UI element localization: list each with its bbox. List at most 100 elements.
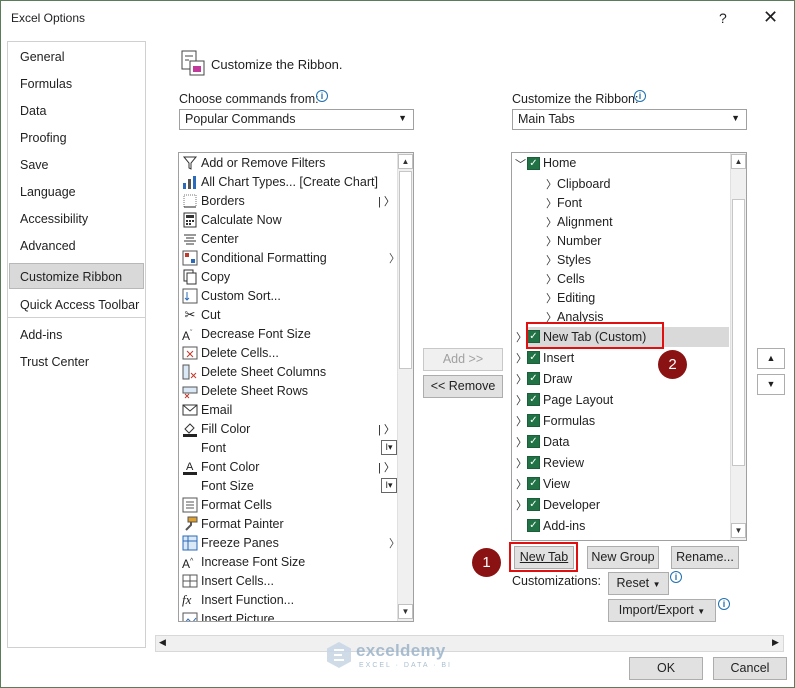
highlight-new-tab-custom [526, 322, 664, 349]
nav-item-data[interactable]: Data [20, 104, 46, 118]
delete-cells-icon [182, 345, 198, 361]
filter-icon [182, 155, 198, 171]
commands-scrollbar[interactable]: ▲ ▼ [397, 153, 413, 621]
commands-list[interactable]: Add or Remove Filters All Chart Types...… [178, 152, 414, 622]
chevron-right-icon: 〉 [516, 500, 527, 512]
checkbox-checked-icon[interactable]: ✓ [527, 435, 540, 448]
customize-ribbon-icon [179, 48, 207, 78]
chevron-right-icon: 〉 [516, 395, 527, 407]
checkbox-checked-icon[interactable]: ✓ [527, 393, 540, 406]
move-down-button[interactable]: ▼ [757, 374, 785, 395]
chevron-right-icon: 〉 [516, 374, 527, 386]
exceldemy-watermark: exceldemy EXCEL · DATA · BI [326, 639, 476, 675]
chart-icon [182, 174, 198, 190]
nav-item-quick-access-toolbar[interactable]: Quick Access Toolbar [20, 298, 139, 312]
chevron-right-icon: 〉 [546, 293, 557, 305]
chevron-right-icon: 〉 [516, 479, 527, 491]
customize-ribbon-value: Main Tabs [518, 112, 575, 126]
info-icon[interactable]: i [718, 598, 730, 610]
customizations-label: Customizations: [512, 574, 601, 588]
checkbox-checked-icon[interactable]: ✓ [527, 372, 540, 385]
scroll-up-arrow[interactable]: ▲ [731, 154, 746, 169]
nav-item-formulas[interactable]: Formulas [20, 77, 72, 91]
borders-icon [182, 193, 198, 209]
ribbon-tree-scrollbar[interactable]: ▲ ▼ [730, 153, 746, 540]
scroll-thumb[interactable] [399, 171, 412, 369]
reset-button[interactable]: Reset ▼ [608, 572, 669, 595]
conditional-formatting-icon [182, 250, 198, 266]
split-arrow-icon: | 〉 [378, 424, 395, 436]
checkbox-checked-icon[interactable]: ✓ [527, 351, 540, 364]
checkbox-checked-icon[interactable]: ✓ [527, 456, 540, 469]
nav-item-general[interactable]: General [20, 50, 64, 64]
nav-item-proofing[interactable]: Proofing [20, 131, 67, 145]
nav-item-trust-center[interactable]: Trust Center [20, 355, 89, 369]
add-button[interactable]: Add >> [423, 348, 503, 371]
chevron-down-icon: ▼ [398, 113, 407, 123]
nav-divider [8, 317, 145, 318]
chevron-down-icon: ﹀ [515, 159, 526, 171]
checkbox-checked-icon[interactable]: ✓ [527, 498, 540, 511]
help-button[interactable]: ? [719, 10, 727, 26]
nav-item-add-ins[interactable]: Add-ins [20, 328, 62, 342]
font-color-icon: A [182, 459, 198, 475]
chevron-down-icon: ▼ [697, 607, 706, 616]
info-icon[interactable]: i [670, 571, 682, 583]
font-size-dropdown-icon: I▾ [381, 478, 397, 493]
dialog-title: Excel Options [11, 11, 86, 25]
choose-commands-combo[interactable]: Popular Commands ▼ [179, 109, 414, 130]
chevron-right-icon: 〉 [546, 274, 557, 286]
scroll-right-arrow[interactable]: ▶ [772, 637, 779, 648]
nav-item-advanced[interactable]: Advanced [20, 239, 76, 253]
checkbox-checked-icon[interactable]: ✓ [527, 477, 540, 490]
choose-commands-value: Popular Commands [185, 112, 296, 126]
nav-item-language[interactable]: Language [20, 185, 76, 199]
exceldemy-logo-icon [327, 642, 351, 668]
picture-icon [182, 611, 198, 621]
format-cells-icon [182, 497, 198, 513]
cancel-button[interactable]: Cancel [713, 657, 787, 680]
remove-button[interactable]: << Remove [423, 375, 503, 398]
scroll-left-arrow[interactable]: ◀ [159, 637, 166, 648]
calculator-icon [182, 212, 198, 228]
info-icon[interactable]: i [634, 90, 646, 102]
svg-text:A: A [186, 461, 194, 473]
choose-commands-label: Choose commands from: [179, 92, 319, 106]
checkbox-checked-icon[interactable]: ✓ [527, 414, 540, 427]
ok-button[interactable]: OK [629, 657, 703, 680]
scroll-down-arrow[interactable]: ▼ [398, 604, 413, 619]
chevron-right-icon: 〉 [516, 416, 527, 428]
options-nav: General Formulas Data Proofing Save Lang… [7, 41, 146, 648]
nav-item-accessibility[interactable]: Accessibility [20, 212, 88, 226]
chevron-right-icon: 〉 [516, 353, 527, 365]
scroll-up-arrow[interactable]: ▲ [398, 154, 413, 169]
move-up-button[interactable]: ▲ [757, 348, 785, 369]
nav-item-customize-ribbon[interactable]: Customize Ribbon [20, 270, 122, 284]
chevron-down-icon: ▼ [652, 580, 661, 589]
chevron-right-icon: 〉 [546, 255, 557, 267]
excel-options-dialog: Excel Options ? ✕ General Formulas Data … [0, 0, 795, 688]
scroll-thumb[interactable] [732, 199, 745, 466]
customize-ribbon-label: Customize the Ribbon: [512, 92, 639, 106]
rename-button[interactable]: Rename... [671, 546, 739, 569]
fill-color-icon [182, 421, 198, 437]
checkbox-checked-icon[interactable]: ✓ [527, 519, 540, 532]
tree-item-home[interactable]: ﹀ ✓ Home [512, 154, 728, 174]
import-export-button[interactable]: Import/Export ▼ [608, 599, 716, 622]
chevron-right-icon: 〉 [516, 437, 527, 449]
chevron-right-icon: 〉 [546, 217, 557, 229]
chevron-right-icon: 〉 [546, 236, 557, 248]
nav-item-save[interactable]: Save [20, 158, 49, 172]
scroll-down-arrow[interactable]: ▼ [731, 523, 746, 538]
split-arrow-icon: | 〉 [378, 196, 395, 208]
chevron-right-icon: 〉 [546, 198, 557, 210]
new-group-button[interactable]: New Group [587, 546, 659, 569]
font-dropdown-icon: I▾ [381, 440, 397, 455]
increase-font-icon: A^ [182, 557, 194, 571]
close-button[interactable]: ✕ [763, 7, 778, 28]
paintbrush-icon [182, 516, 198, 532]
info-icon[interactable]: i [316, 90, 328, 102]
customize-ribbon-combo[interactable]: Main Tabs ▼ [512, 109, 747, 130]
sort-icon [182, 288, 198, 304]
checkbox-checked-icon[interactable]: ✓ [527, 157, 540, 170]
